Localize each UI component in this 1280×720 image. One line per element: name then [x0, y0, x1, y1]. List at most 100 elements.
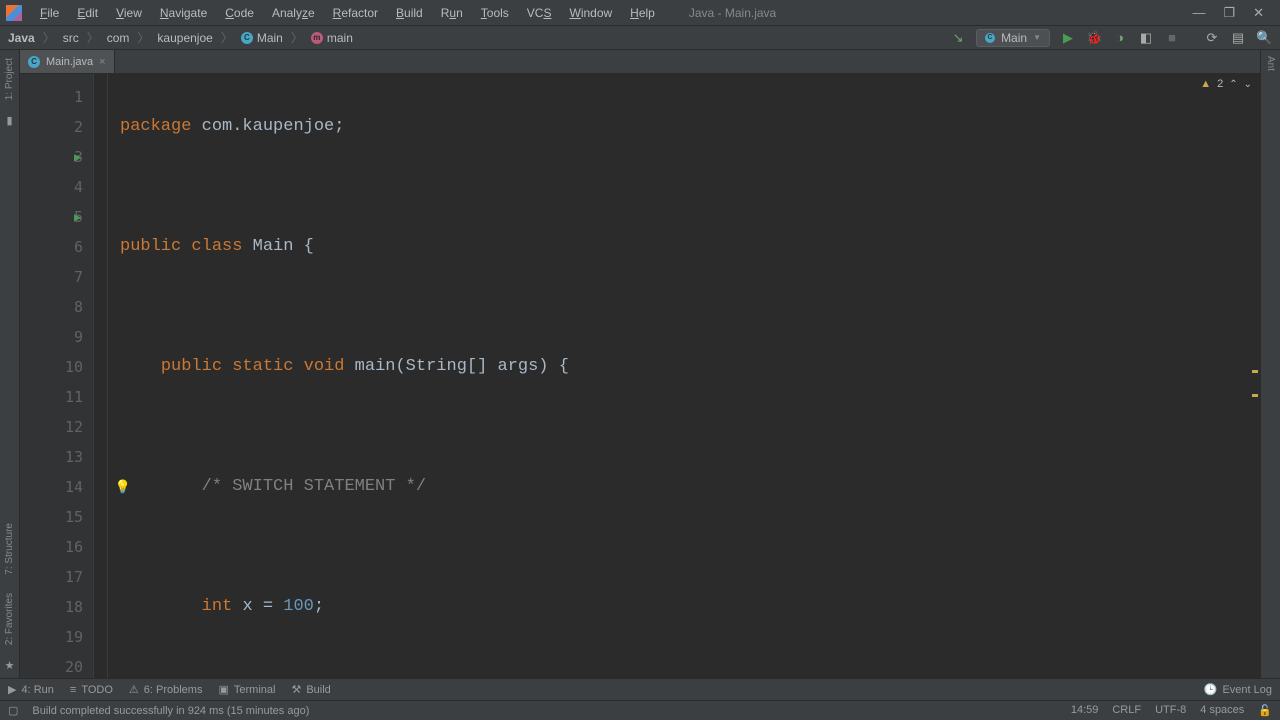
gutter-line[interactable]: 2 [20, 112, 93, 142]
content-row: 1: Project ▮ 7: Structure 2: Favorites ★… [0, 50, 1280, 678]
gutter-line[interactable]: 12 [20, 412, 93, 442]
fold-strip[interactable] [94, 74, 108, 678]
gutter-line[interactable]: 14💡 [20, 472, 93, 502]
gutter-line[interactable]: 6 [20, 232, 93, 262]
stop-icon[interactable]: ■ [1164, 30, 1180, 46]
status-bar: ▢ Build completed successfully in 924 ms… [0, 700, 1280, 720]
coverage-icon[interactable]: ◑ [1112, 30, 1128, 46]
menu-code[interactable]: Code [217, 3, 262, 23]
tab-bar: C Main.java × [20, 50, 1260, 74]
cursor-position[interactable]: 14:59 [1071, 704, 1099, 717]
tool-todo[interactable]: ≡TODO [70, 684, 113, 696]
hammer-icon: ⚒ [291, 683, 301, 696]
crumb-item[interactable]: Main [257, 31, 283, 45]
tool-terminal[interactable]: ▣Terminal [218, 683, 275, 696]
encoding[interactable]: UTF-8 [1155, 704, 1186, 717]
menu-analyze[interactable]: Analyze [264, 3, 323, 23]
structure-icon[interactable]: ▤ [1230, 30, 1246, 46]
gutter[interactable]: 1 2 3▶ 4 5▶ 6 7 8 9 10 11 12 13 14💡 15 1… [20, 74, 94, 678]
navbar: Java 〉 src 〉 com 〉 kaupenjoe 〉 C Main 〉 … [0, 26, 1280, 50]
tool-run[interactable]: ▶4: Run [8, 683, 54, 696]
right-tool-strip: Ant [1260, 50, 1280, 678]
tool-project[interactable]: 1: Project [4, 54, 15, 104]
folder-icon[interactable]: ▮ [6, 114, 12, 127]
status-icon[interactable]: ▢ [8, 704, 18, 717]
terminal-icon: ▣ [218, 683, 228, 696]
search-everywhere-icon[interactable]: 🔍 [1256, 30, 1272, 46]
menu-edit[interactable]: Edit [69, 3, 106, 23]
class-icon: C [985, 33, 995, 43]
tool-event-log[interactable]: 🕒Event Log [1204, 683, 1272, 696]
menu-file[interactable]: File [32, 3, 67, 23]
crumb-item[interactable]: main [327, 31, 353, 45]
error-stripe[interactable] [1250, 74, 1260, 678]
list-icon: ≡ [70, 684, 76, 696]
class-icon: C [241, 32, 253, 44]
run-gutter-icon[interactable]: ▶ [74, 150, 81, 164]
gutter-line[interactable]: 8 [20, 292, 93, 322]
gutter-line[interactable]: 15 [20, 502, 93, 532]
gutter-line[interactable]: 13 [20, 442, 93, 472]
menubar: File Edit View Navigate Code Analyze Ref… [0, 0, 1280, 26]
tab-label: Main.java [46, 56, 93, 68]
menu-refactor[interactable]: Refactor [325, 3, 386, 23]
run-gutter-icon[interactable]: ▶ [74, 210, 81, 224]
menu-navigate[interactable]: Navigate [152, 3, 215, 23]
build-hammer-icon[interactable]: ↘ [950, 30, 966, 46]
crumb-item[interactable]: src [63, 31, 79, 45]
menu-vcs[interactable]: VCS [519, 3, 560, 23]
crumb-item[interactable]: kaupenjoe [157, 31, 212, 45]
gutter-line[interactable]: 17 [20, 562, 93, 592]
run-config-label: Main [1001, 31, 1027, 45]
gutter-line[interactable]: 16 [20, 532, 93, 562]
menu-tools[interactable]: Tools [473, 3, 517, 23]
window-controls: — ❐ ✕ [1192, 5, 1274, 21]
run-play-icon[interactable]: ▶ [1060, 30, 1076, 46]
window-title: Java - Main.java [689, 6, 776, 20]
warning-marker[interactable] [1252, 394, 1258, 397]
menu-view[interactable]: View [108, 3, 150, 23]
class-icon: C [28, 56, 40, 68]
profile-icon[interactable]: ◧ [1138, 30, 1154, 46]
run-config-selector[interactable]: C Main ▼ [976, 29, 1050, 47]
tool-build[interactable]: ⚒Build [291, 683, 330, 696]
maximize-icon[interactable]: ❐ [1223, 5, 1235, 21]
gutter-line[interactable]: 19 [20, 622, 93, 652]
tool-favorites[interactable]: 2: Favorites [4, 589, 15, 649]
debug-icon[interactable]: 🐞 [1086, 30, 1102, 46]
menu-build[interactable]: Build [388, 3, 431, 23]
status-message: Build completed successfully in 924 ms (… [32, 705, 1056, 717]
tool-ant[interactable]: Ant [1265, 56, 1276, 71]
line-separator[interactable]: CRLF [1112, 704, 1141, 717]
gutter-line[interactable]: 7 [20, 262, 93, 292]
code-editor[interactable]: package com.kaupenjoe; public class Main… [108, 74, 1250, 678]
gutter-line[interactable]: 4 [20, 172, 93, 202]
gutter-line[interactable]: 5▶ [20, 202, 93, 232]
readonly-lock-icon[interactable]: 🔓 [1258, 704, 1272, 717]
star-icon[interactable]: ★ [5, 659, 15, 672]
gutter-line[interactable]: 9 [20, 322, 93, 352]
minimize-icon[interactable]: — [1192, 5, 1205, 21]
breadcrumb[interactable]: Java 〉 src 〉 com 〉 kaupenjoe 〉 C Main 〉 … [8, 29, 353, 46]
toolbar-right: ↘ C Main ▼ ▶ 🐞 ◑ ◧ ■ ⟳ ▤ 🔍 [950, 29, 1272, 47]
gutter-line[interactable]: 18 [20, 592, 93, 622]
tool-problems[interactable]: ⚠6: Problems [129, 683, 203, 696]
update-icon[interactable]: ⟳ [1204, 30, 1220, 46]
gutter-line[interactable]: 10 [20, 352, 93, 382]
gutter-line[interactable]: 20 [20, 652, 93, 678]
menu-help[interactable]: Help [622, 3, 663, 23]
tab-close-icon[interactable]: × [99, 56, 105, 68]
crumb-root[interactable]: Java [8, 31, 35, 45]
gutter-line[interactable]: 11 [20, 382, 93, 412]
close-icon[interactable]: ✕ [1253, 5, 1264, 21]
tool-structure[interactable]: 7: Structure [4, 519, 15, 579]
indent[interactable]: 4 spaces [1200, 704, 1244, 717]
tab-main-java[interactable]: C Main.java × [20, 50, 115, 73]
warning-marker[interactable] [1252, 370, 1258, 373]
left-tool-strip: 1: Project ▮ 7: Structure 2: Favorites ★ [0, 50, 20, 678]
crumb-item[interactable]: com [107, 31, 130, 45]
menu-window[interactable]: Window [561, 3, 620, 23]
gutter-line[interactable]: 3▶ [20, 142, 93, 172]
menu-run[interactable]: Run [433, 3, 471, 23]
gutter-line[interactable]: 1 [20, 82, 93, 112]
